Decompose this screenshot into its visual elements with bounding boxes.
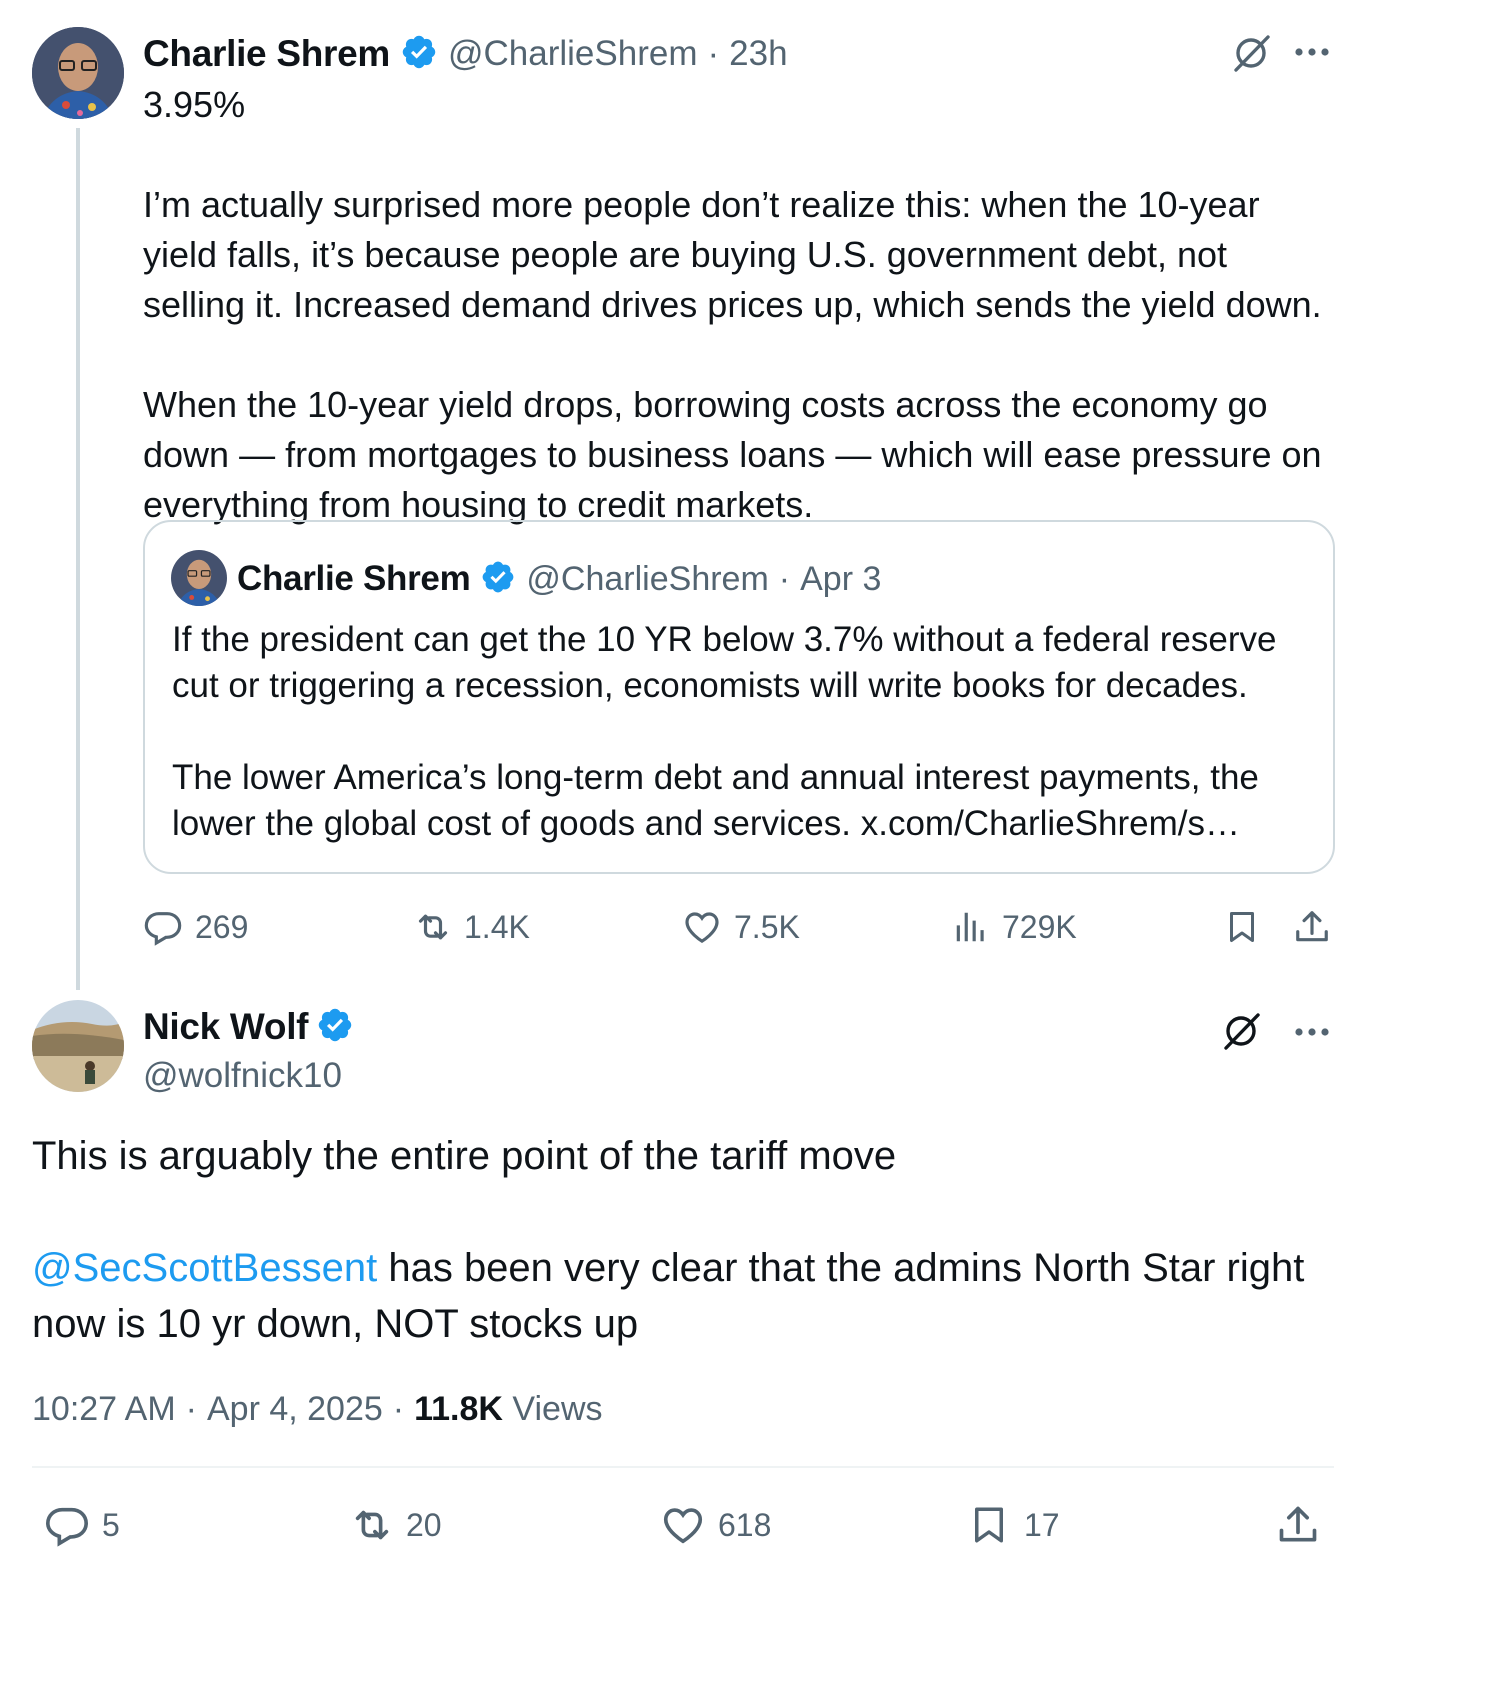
meta-separator: · (185, 1389, 197, 1428)
reply-bookmark-button[interactable]: 17 (968, 1498, 1060, 1552)
repost-icon (418, 914, 448, 940)
parent-views-count: 729K (1002, 908, 1077, 945)
parent-repost-count: 1.4K (464, 908, 530, 945)
reply-text-line1: This is arguably the entire point of the… (32, 1134, 897, 1178)
more-icon (1295, 1028, 1329, 1036)
reply-reply-count: 5 (102, 1506, 120, 1543)
grok-button[interactable] (1228, 30, 1274, 76)
reply-like-count: 618 (718, 1506, 772, 1543)
like-icon (663, 1508, 703, 1544)
reply-like-button[interactable]: 618 (660, 1498, 771, 1552)
mention-link[interactable]: @SecScottBessent (32, 1246, 377, 1290)
quote-header: Charlie Shrem @CharlieShrem · Apr 3 (237, 556, 881, 602)
parent-repost-button[interactable]: 1.4K (412, 902, 530, 952)
avatar-photo-icon (32, 27, 124, 119)
repost-icon (355, 1510, 389, 1540)
parent-bookmark-button[interactable] (1220, 904, 1264, 950)
views-count: 11.8K (414, 1389, 503, 1428)
charlie-avatar[interactable] (32, 27, 124, 119)
like-icon (685, 912, 719, 944)
views-icon (956, 912, 984, 942)
reply-reply-button[interactable]: 5 (44, 1498, 120, 1552)
avatar-photo-icon (171, 550, 227, 606)
reply-share-button[interactable] (1274, 1498, 1322, 1552)
bookmark-icon (1230, 912, 1254, 942)
share-icon (1296, 911, 1328, 942)
parent-like-count: 7.5K (734, 908, 800, 945)
reply-repost-button[interactable]: 20 (348, 1498, 442, 1552)
reply-author-name[interactable]: Nick Wolf (143, 1006, 309, 1048)
grok-icon (1234, 35, 1270, 72)
divider (32, 1466, 1334, 1468)
quote-handle: @CharlieShrem (526, 559, 769, 598)
reply-bookmark-count: 17 (1024, 1506, 1060, 1543)
parent-handle[interactable]: @CharlieShrem (448, 34, 698, 74)
reply-icon (144, 912, 182, 946)
meta-separator: · (392, 1389, 405, 1428)
header-separator: · (707, 34, 720, 73)
verified-badge-icon (480, 559, 516, 600)
verified-badge-icon (316, 1006, 354, 1049)
quote-author-name: Charlie Shrem (237, 559, 471, 598)
avatar-photo-icon (32, 1000, 124, 1092)
reply-handle[interactable]: @wolfnick10 (143, 1056, 354, 1096)
bookmark-icon (975, 1507, 1003, 1543)
reply-time[interactable]: 10:27 AM (32, 1390, 176, 1429)
quoted-tweet-card[interactable]: Charlie Shrem @CharlieShrem · Apr 3 If t… (143, 520, 1335, 874)
parent-tweet-header: Charlie Shrem @CharlieShrem · 23h (143, 30, 788, 78)
quote-separator: · (778, 559, 791, 598)
verified-badge-icon (400, 33, 438, 76)
quote-text: If the president can get the 10 YR below… (172, 620, 1277, 843)
grok-icon (1224, 1013, 1260, 1050)
reply-text-paragraph: @SecScottBessent has been very clear tha… (32, 1240, 1322, 1352)
reply-tweet-text: This is arguably the entire point of the… (32, 1128, 1322, 1352)
parent-reply-count: 269 (195, 908, 249, 945)
parent-reply-button[interactable]: 269 (143, 902, 248, 952)
parent-timestamp[interactable]: 23h (729, 34, 787, 74)
parent-tweet-text: 3.95% I’m actually surprised more people… (143, 84, 1322, 525)
reply-meta: 10:27 AM · Apr 4, 2025 · 11.8K Views (32, 1385, 603, 1433)
more-icon (1295, 48, 1329, 56)
reply-author-block: Nick Wolf @wolfnick10 (143, 1002, 354, 1096)
share-icon (1279, 1506, 1317, 1542)
thread-connector-line (76, 128, 80, 990)
reply-grok-button[interactable] (1218, 1008, 1264, 1054)
quote-date: Apr 3 (800, 559, 882, 598)
parent-views-button[interactable]: 729K (952, 902, 1077, 952)
quote-avatar[interactable] (171, 550, 227, 606)
parent-share-button[interactable] (1290, 904, 1334, 950)
reply-icon (46, 1507, 88, 1547)
nick-avatar[interactable] (32, 1000, 124, 1092)
reply-date[interactable]: Apr 4, 2025 (207, 1390, 383, 1429)
parent-like-button[interactable]: 7.5K (682, 902, 800, 952)
reply-repost-count: 20 (406, 1506, 442, 1543)
parent-author-name[interactable]: Charlie Shrem (143, 33, 390, 75)
more-options-button[interactable] (1288, 32, 1336, 72)
reply-more-options-button[interactable] (1288, 1012, 1336, 1052)
views-label: Views (512, 1389, 603, 1428)
